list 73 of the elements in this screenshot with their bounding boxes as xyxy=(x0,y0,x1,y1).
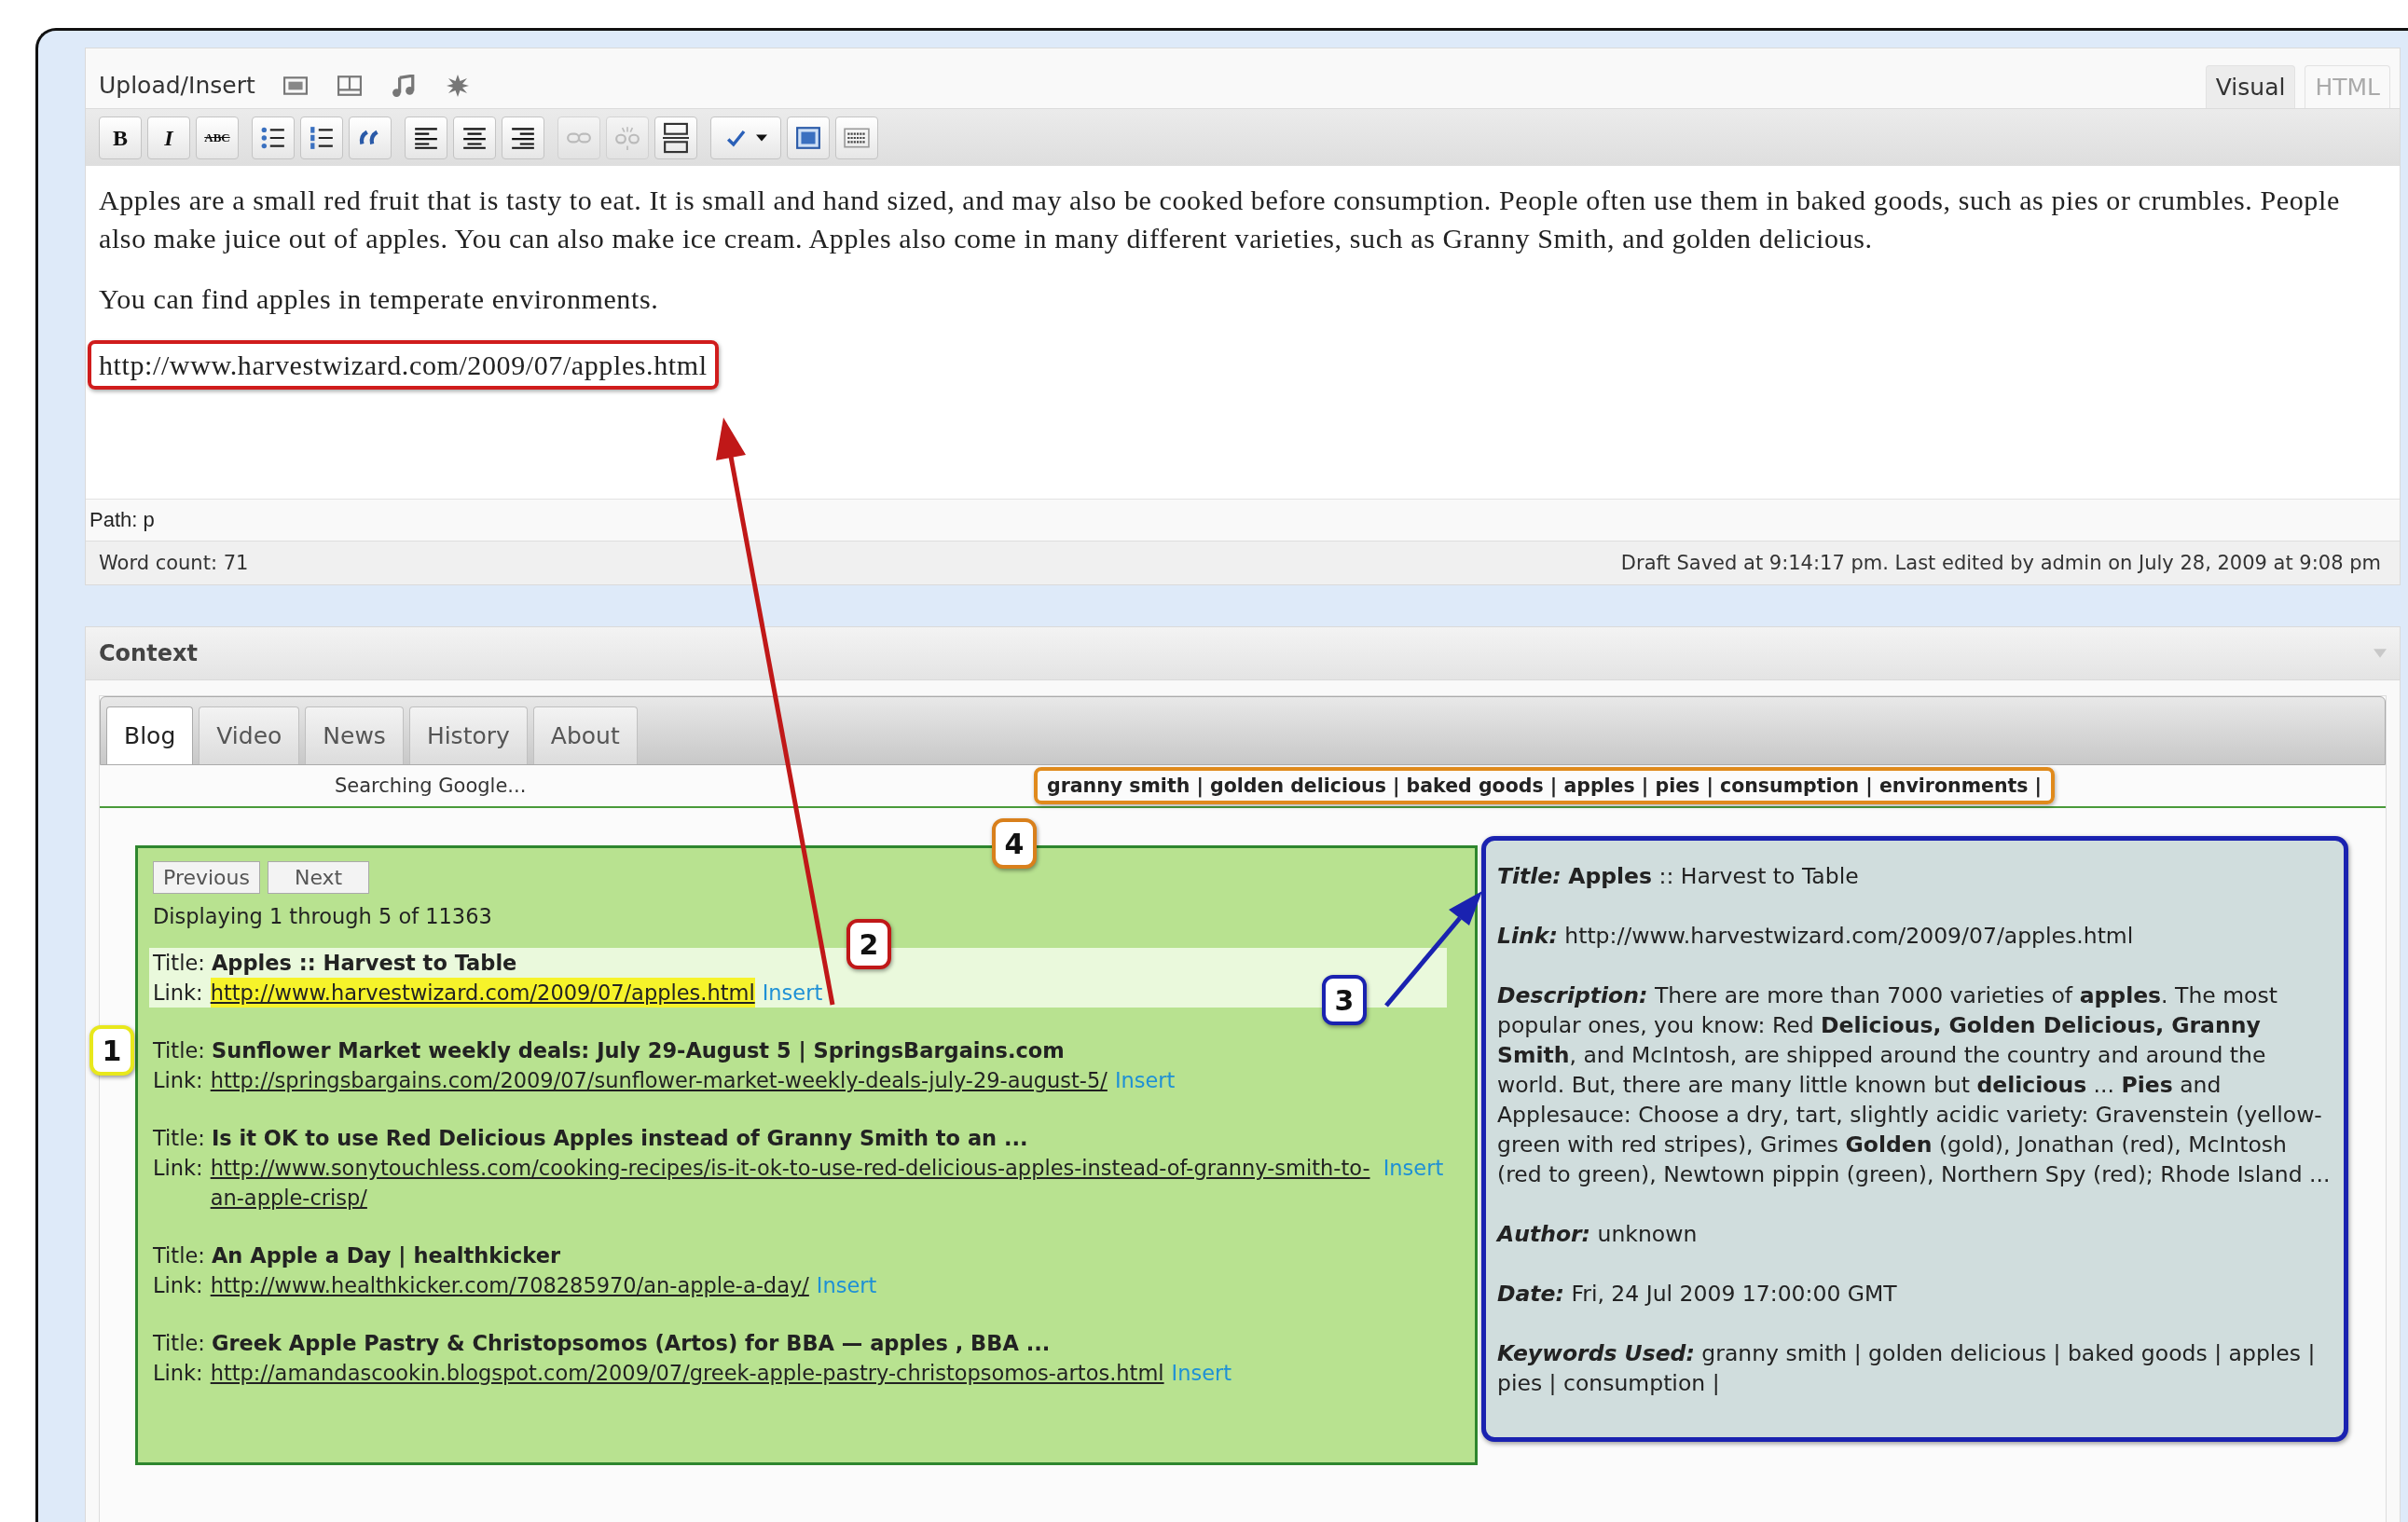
result-entry[interactable]: Title: An Apple a Day | healthkicker Link: http://www.healthkicker.com/708285970/an-apple-a-day/ Insert xyxy=(149,1241,1460,1300)
align-left-button[interactable] xyxy=(405,117,447,159)
detail-field: Title: Apples :: Harvest to Table xyxy=(1497,861,2334,891)
fullscreen-button[interactable] xyxy=(787,117,830,159)
detail-field: Description: There are more than 7000 varieties of apples. The most popular ones, you know: Red Delicious, Golden Delicious, Granny Smith, and McIntosh, are shipped around the country and around the world. But, there are many little known but delicious ... Pies and Applesauce: Choose a dry, tart, slightly acidic variety: Gravenstein (yellow-green with red stripes), Grimes Golden (gold), Jonathan (red), McIntosh (red to green), Newtown pippin (green), Northern Spy (red); Rhode Island ... xyxy=(1497,980,2334,1189)
callout-number: 2 xyxy=(846,919,891,969)
numbered-list-button[interactable] xyxy=(300,117,343,159)
context-tab[interactable]: Video xyxy=(199,706,300,764)
bullet-list-icon xyxy=(260,125,286,151)
detail-field: Date: Fri, 24 Jul 2009 17:00:00 GMT xyxy=(1497,1279,2334,1309)
broken-link-icon xyxy=(614,125,640,151)
editor-tab[interactable]: Visual xyxy=(2205,65,2296,108)
result-entry[interactable]: Title: Sunflower Market weekly deals: July 29-August 5 | SpringsBargains.com Link: http://springsbargains.com/2009/07/sunflower-market-weekly-deals-july-29-august-5/ Insert xyxy=(149,1035,1460,1095)
link-label: Link: xyxy=(153,1156,203,1180)
next-button[interactable]: Next xyxy=(268,861,370,894)
align-center-button[interactable] xyxy=(453,117,496,159)
editor-content[interactable] xyxy=(86,166,2400,499)
spellcheck-button[interactable] xyxy=(710,117,781,159)
result-title: Title: An Apple a Day | healthkicker xyxy=(153,1242,561,1270)
align-left-icon xyxy=(413,125,439,151)
film-icon[interactable] xyxy=(337,75,362,97)
paragraph: You can find apples in temperate environments. xyxy=(99,282,660,316)
bold-button[interactable]: B xyxy=(99,117,142,159)
result-entry[interactable]: Title: Greek Apple Pastry & Christopsomos (Artos) for BBA — apples , BBA ... Link: http://amandascookin.blogspot.com/2009/07/greek-apple-pastry-christopsomos-artos.html Insert xyxy=(149,1328,1460,1388)
link-label: Link: xyxy=(153,980,203,1005)
align-right-icon xyxy=(510,125,536,151)
panel-title: Context xyxy=(99,640,198,666)
keyword-list: granny smith | golden delicious | baked goods | apples | pies | consumption | environments | xyxy=(1034,767,2056,804)
music-note-icon[interactable] xyxy=(391,75,416,97)
bullet-list-button[interactable] xyxy=(252,117,295,159)
result-link[interactable]: http://www.healthkicker.com/708285970/an-apple-a-day/ xyxy=(210,1270,809,1300)
element-path: Path: p xyxy=(89,508,155,532)
results-summary: Displaying 1 through 5 of 11363 xyxy=(153,903,493,930)
inserted-link-text: http://www.harvestwizard.com/2009/07/apples.html xyxy=(99,350,708,380)
detail-field: Link: http://www.harvestwizard.com/2009/07/apples.html xyxy=(1497,921,2334,951)
draft-status: Draft Saved at 9:14:17 pm. Last edited by admin on July 28, 2009 at 9:08 pm xyxy=(1620,552,2381,574)
result-link[interactable]: http://amandascookin.blogspot.com/2009/07/greek-apple-pastry-christopsomos-artos.html xyxy=(210,1358,1164,1388)
context-tab[interactable]: About xyxy=(532,706,638,764)
callout-number: 1 xyxy=(89,1025,134,1076)
result-link[interactable]: http://springsbargains.com/2009/07/sunflower-market-weekly-deals-july-29-august-5/ xyxy=(210,1065,1108,1095)
detail-field: Author: unknown xyxy=(1497,1219,2334,1249)
blockquote-button[interactable] xyxy=(349,117,392,159)
numbered-list-icon xyxy=(309,125,335,151)
result-link[interactable]: http://www.harvestwizard.com/2009/07/apples.html xyxy=(210,978,755,1008)
callout-number: 3 xyxy=(1322,975,1367,1025)
link-label: Link: xyxy=(153,1068,203,1092)
context-tab[interactable]: News xyxy=(305,706,404,764)
detail-field: Keywords Used: granny smith | golden delicious | baked goods | apples | pies | consumption | xyxy=(1497,1338,2334,1398)
callout-number: 4 xyxy=(992,818,1037,869)
previous-button[interactable]: Previous xyxy=(153,861,260,894)
result-title: Title: Sunflower Market weekly deals: July 29-August 5 | SpringsBargains.com xyxy=(153,1037,1065,1065)
more-button[interactable] xyxy=(654,117,697,159)
page-break-icon xyxy=(663,121,689,155)
context-tab[interactable]: History xyxy=(408,706,528,764)
result-title: Title: Apples :: Harvest to Table xyxy=(153,950,517,977)
image-icon[interactable] xyxy=(282,75,308,97)
result-title: Title: Greek Apple Pastry & Christopsomos (Artos) for BBA — apples , BBA ... xyxy=(153,1330,1051,1357)
word-count: Word count: 71 xyxy=(99,552,249,574)
context-tab[interactable]: Blog xyxy=(106,706,194,764)
align-center-icon xyxy=(461,125,488,151)
result-link[interactable]: http://www.sonytouchless.com/cooking-recipes/is-it-ok-to-use-red-delicious-apples-instead-of-granny-smith-to-an-apple-crisp/ xyxy=(210,1153,1376,1213)
search-status: Searching Google... xyxy=(335,775,528,797)
strikethrough-button[interactable]: ABC xyxy=(196,117,239,159)
link-label: Link: xyxy=(153,1273,203,1297)
align-right-button[interactable] xyxy=(502,117,544,159)
italic-button[interactable]: I xyxy=(147,117,190,159)
result-title: Title: Is it OK to use Red Delicious Apples instead of Granny Smith to an ... xyxy=(153,1125,1028,1152)
paragraph: Apples are a small red fruit that is tasty to eat. It is small and hand sized, and may also be cooked before consumption. People often use them in baked goods, such as pies or crumbles. People also make juice out of apples. You can also make ice cream. Apples also come in many different varieties, such as Granny Smith, and golden delicious. xyxy=(99,184,2341,255)
caret-icon xyxy=(756,134,767,142)
window-icon xyxy=(795,125,821,151)
link-label: Link: xyxy=(153,1361,203,1385)
kitchen-sink-button[interactable] xyxy=(835,117,878,159)
upload-insert-label: Upload/Insert xyxy=(99,72,255,99)
